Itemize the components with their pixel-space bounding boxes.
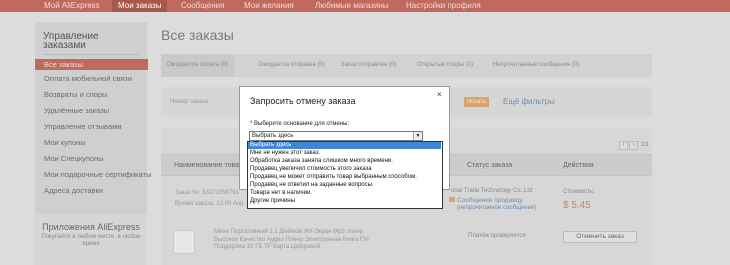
tab-unread-messages[interactable]: Непрочитанные сообщения (0) (493, 62, 579, 68)
tab-shipped[interactable]: Заказ отправлен (0) (341, 62, 396, 68)
tab-open-disputes[interactable]: Открытые споры (0) (417, 62, 473, 68)
apps-promo: Приложения AliExpress Покупайте в любом … (35, 214, 147, 265)
sidebar-item-all-orders[interactable]: Все заказы (35, 59, 148, 70)
reason-option[interactable]: Продавец не может отправить товар выбран… (248, 174, 441, 181)
top-nav: Мой AliExpress Мои заказы Сообщения Мои … (0, 0, 730, 12)
product-image[interactable] (173, 230, 195, 254)
apps-title: Приложения AliExpress (42, 222, 140, 232)
sidebar-item-addresses[interactable]: Адреса доставки (44, 186, 144, 195)
reason-select-value: Выбрать здесь (252, 133, 294, 139)
apps-subtitle: Покупайте в любом месте, в любое время (41, 234, 141, 247)
nav-wishlist[interactable]: Мои желания (238, 0, 300, 12)
cost-label: Стоимость: (563, 189, 595, 195)
header-action: Действия (563, 162, 594, 169)
header-status: Статус заказа (467, 162, 513, 169)
tab-awaiting-shipment[interactable]: Ожидается отправка (0) (258, 62, 325, 68)
chevron-down-icon[interactable]: ▼ (413, 132, 422, 140)
tab-awaiting-payment[interactable]: Ожидается оплата (0) (161, 54, 234, 77)
reason-option[interactable]: Мне не нужен этот заказ. (248, 150, 441, 157)
sidebar-item-gift-cards[interactable]: Мои подарочные сертификаты (44, 170, 151, 179)
sidebar-item-special-coupons[interactable]: Мои Спецкупоны (44, 154, 144, 163)
sidebar-item-returns-disputes[interactable]: Возвраты и споры (44, 90, 144, 99)
header-product: Наименование товар (174, 162, 243, 169)
pager: ‹ › 1/1 (619, 141, 649, 150)
pager-prev-button[interactable]: ‹ (619, 141, 628, 150)
order-number: Заказ №: 83372058791 (175, 190, 239, 196)
product-name-link[interactable]: Мини Портативный 1.1 Дюймов ЖК-Экран Mp3… (214, 229, 384, 252)
unread-message-note: (непрочитанное сообщение) (457, 205, 537, 211)
nav-profile-settings[interactable]: Настройки профиля (400, 0, 487, 12)
page-title: Все заказы (161, 27, 234, 43)
nav-favorite-stores[interactable]: Любимые магазины (309, 0, 395, 12)
message-seller-link[interactable]: Сообщение продавцу (449, 197, 523, 204)
sidebar-item-feedback[interactable]: Управление отзывами (44, 122, 144, 131)
dialog-title: Запросить отмену заказа (250, 96, 356, 106)
close-icon[interactable]: × (437, 90, 442, 99)
pager-next-button[interactable]: › (629, 141, 638, 150)
pager-text: 1/1 (640, 142, 650, 148)
order-status: Платёж проверяется (468, 233, 526, 239)
reason-option[interactable]: Продавец не ответил на заданные вопросы. (248, 182, 441, 189)
store-name[interactable]: onal Trade Technology Co.,Ltd (451, 188, 532, 194)
find-button[interactable]: Искать (464, 97, 489, 107)
sidebar-item-deleted-orders[interactable]: Удалённые заказы (44, 106, 144, 115)
reason-label: * Выберите основание для отмены: (250, 121, 350, 127)
message-icon (449, 197, 455, 202)
nav-my-aliexpress[interactable]: Мой AliExpress (38, 0, 106, 12)
order-number-label: Номер заказа (170, 99, 209, 105)
sidebar-heading: Управление заказами (43, 32, 139, 55)
reason-option[interactable]: Выбрать здесь (248, 142, 441, 149)
reason-options-list: Выбрать здесь Мне не нужен этот заказ. О… (247, 141, 443, 209)
order-tabs: Ожидается оплата (0) Ожидается отправка … (161, 54, 652, 77)
reason-select[interactable]: Выбрать здесь ▼ (249, 131, 423, 141)
sidebar-item-coupons[interactable]: Мои купоны (44, 138, 144, 147)
more-filters-link[interactable]: Ещё фильтры (503, 97, 555, 106)
order-time: Время заказа: 12:09 Апр (175, 201, 244, 207)
sidebar-item-mobile-payment[interactable]: Оплата мобильной связи (44, 74, 144, 83)
cancel-order-button[interactable]: Отменить заказ (563, 231, 637, 243)
reason-option[interactable]: Продавец увеличил стоимость этого заказа (248, 166, 441, 173)
nav-my-orders[interactable]: Мои заказы (112, 0, 168, 12)
order-cost: $ 5.45 (563, 200, 591, 211)
nav-messages[interactable]: Сообщения (175, 0, 230, 12)
reason-option[interactable]: Другие причины (248, 198, 441, 205)
reason-option[interactable]: Товара нет в наличии. (248, 190, 441, 197)
reason-option[interactable]: Обработка заказа заняла слишком много вр… (248, 158, 441, 165)
message-seller-label: Сообщение продавцу (457, 197, 523, 204)
